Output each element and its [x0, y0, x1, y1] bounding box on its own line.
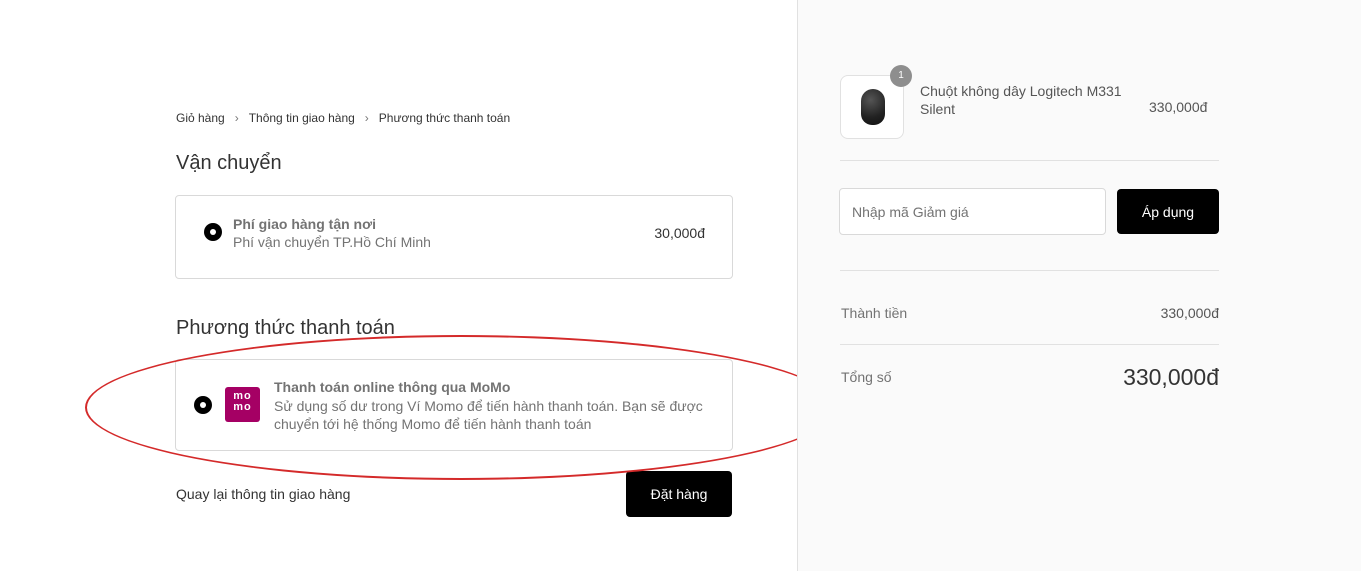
back-to-shipping-link[interactable]: Quay lại thông tin giao hàng [176, 486, 350, 502]
payment-method-name: Thanh toán online thông qua MoMo [274, 379, 511, 395]
divider [840, 270, 1219, 271]
discount-code-input[interactable] [839, 188, 1106, 235]
shipping-option-price: 30,000đ [654, 225, 705, 241]
total-label: Tổng số [841, 369, 892, 385]
payment-title: Phương thức thanh toán [176, 317, 395, 339]
total-value: 330,000đ [1123, 364, 1219, 390]
product-price: 330,000đ [1149, 99, 1208, 115]
divider [840, 160, 1219, 161]
product-name: Chuột không dây Logitech M331 Silent [920, 83, 1122, 117]
subtotal-label: Thành tiền [841, 305, 908, 321]
shipping-option[interactable]: Phí giao hàng tận nơi Phí vận chuyển TP.… [175, 195, 733, 279]
breadcrumb: Giỏ hàng › Thông tin giao hàng › Phương … [176, 111, 510, 125]
mouse-product-image [861, 89, 885, 125]
quantity-badge: 1 [890, 65, 912, 87]
checkout-main: Giỏ hàng › Thông tin giao hàng › Phương … [0, 0, 797, 571]
apply-discount-button[interactable]: Áp dụng [1117, 189, 1219, 234]
momo-logo-icon: mo mo [225, 387, 260, 422]
order-summary: 1 Chuột không dây Logitech M331 Silent 3… [797, 0, 1361, 571]
payment-method-desc: Sử dụng số dư trong Ví Momo để tiến hành… [274, 398, 703, 432]
shipping-option-desc: Phí vận chuyển TP.Hồ Chí Minh [233, 234, 431, 250]
subtotal-value: 330,000đ [1160, 305, 1219, 321]
chevron-right-icon: › [234, 111, 239, 125]
payment-option-momo[interactable]: mo mo Thanh toán online thông qua MoMo S… [175, 359, 733, 451]
breadcrumb-cart[interactable]: Giỏ hàng [176, 111, 225, 125]
divider [840, 344, 1219, 345]
shipping-radio[interactable] [204, 223, 222, 241]
chevron-right-icon: › [364, 111, 369, 125]
payment-radio[interactable] [194, 396, 212, 414]
shipping-title: Vận chuyển [176, 152, 282, 174]
place-order-button[interactable]: Đặt hàng [626, 471, 732, 517]
breadcrumb-payment-method: Phương thức thanh toán [378, 111, 511, 125]
shipping-option-name: Phí giao hàng tận nơi [233, 216, 376, 232]
breadcrumb-shipping-info[interactable]: Thông tin giao hàng [249, 111, 355, 125]
